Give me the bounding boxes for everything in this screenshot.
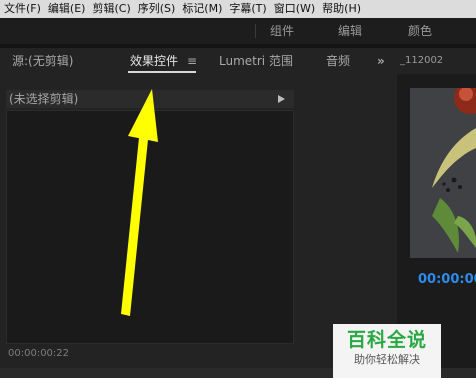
annotation-arrow-icon [121,89,158,316]
watermark-logo: 百科全说 助你轻松解决 [333,324,441,378]
watermark-title: 百科全说 [346,329,427,351]
watermark-subtitle: 助你轻松解决 [354,353,420,366]
